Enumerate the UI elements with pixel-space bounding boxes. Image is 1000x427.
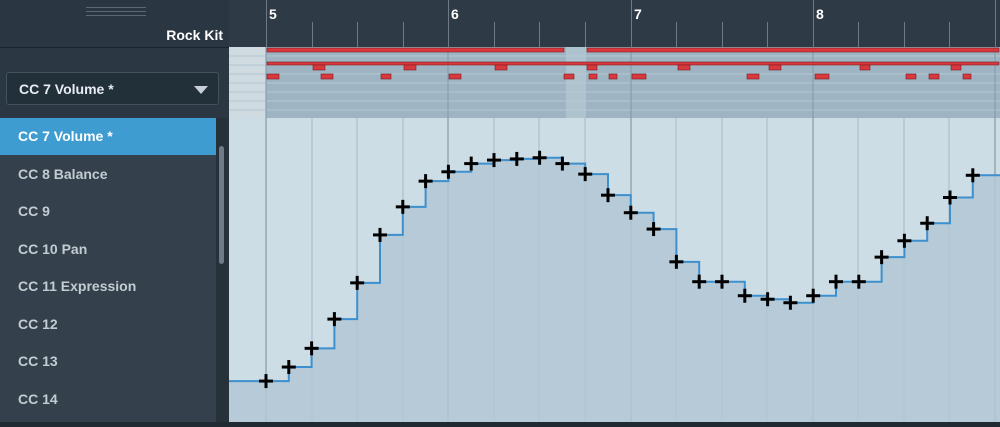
scrollbar-thumb[interactable] [219, 146, 224, 264]
cc-list-item[interactable]: CC 7 Volume * [0, 118, 216, 155]
beat-tick [858, 22, 859, 47]
beat-tick [312, 22, 313, 47]
cc-curve-graphic[interactable] [229, 118, 1000, 422]
beat-tick [722, 22, 723, 47]
bar-tick [813, 0, 814, 47]
cc-lane-panel: Rock Kit CC 7 Volume * CC 7 Volume * CC … [0, 0, 229, 422]
track-name: Rock Kit [166, 27, 223, 43]
cc-list-item[interactable]: CC 12 [0, 306, 216, 343]
grip-line [86, 7, 146, 8]
beat-tick [676, 22, 677, 47]
grip-line [86, 11, 146, 12]
chevron-down-icon[interactable] [194, 86, 208, 94]
track-header: Rock Kit [0, 0, 229, 48]
cc-area-fill [229, 157, 1000, 422]
cc-list-item[interactable]: CC 10 Pan [0, 231, 216, 268]
cc-list-item[interactable]: CC 13 [0, 343, 216, 380]
timeline-ruler[interactable]: 5 6 7 8 [229, 0, 1000, 48]
bar-number: 8 [816, 6, 824, 22]
bar-number: 7 [634, 6, 642, 22]
cc-list-item[interactable]: CC 11 Expression [0, 268, 216, 305]
beat-tick [767, 22, 768, 47]
note-overview-graphic [229, 47, 1000, 118]
cc-selector-dropdown[interactable]: CC 7 Volume * [6, 72, 219, 105]
bar-tick [631, 0, 632, 47]
beat-tick [403, 22, 404, 47]
beat-tick [949, 22, 950, 47]
note-overview[interactable] [229, 47, 1000, 118]
bar-tick [448, 0, 449, 47]
cc-list: CC 7 Volume * CC 8 Balance CC 9 CC 10 Pa… [0, 118, 216, 422]
beat-tick [539, 22, 540, 47]
cc-list-item[interactable]: CC 8 Balance [0, 156, 216, 193]
bar-tick [266, 0, 267, 47]
beat-tick [357, 22, 358, 47]
bar-tick [995, 0, 996, 47]
grip-line [86, 15, 146, 16]
beat-tick [494, 22, 495, 47]
cc-selector-label: CC 7 Volume * [19, 81, 114, 97]
bar-number: 5 [269, 6, 277, 22]
cc-list-item[interactable]: CC 14 [0, 381, 216, 418]
cc-automation-lane[interactable] [229, 118, 1000, 422]
beat-tick [585, 22, 586, 47]
cc-list-item[interactable]: CC 9 [0, 193, 216, 230]
cc-editor-window: Rock Kit CC 7 Volume * CC 7 Volume * CC … [0, 0, 1000, 422]
beat-tick [904, 22, 905, 47]
bar-number: 6 [451, 6, 459, 22]
